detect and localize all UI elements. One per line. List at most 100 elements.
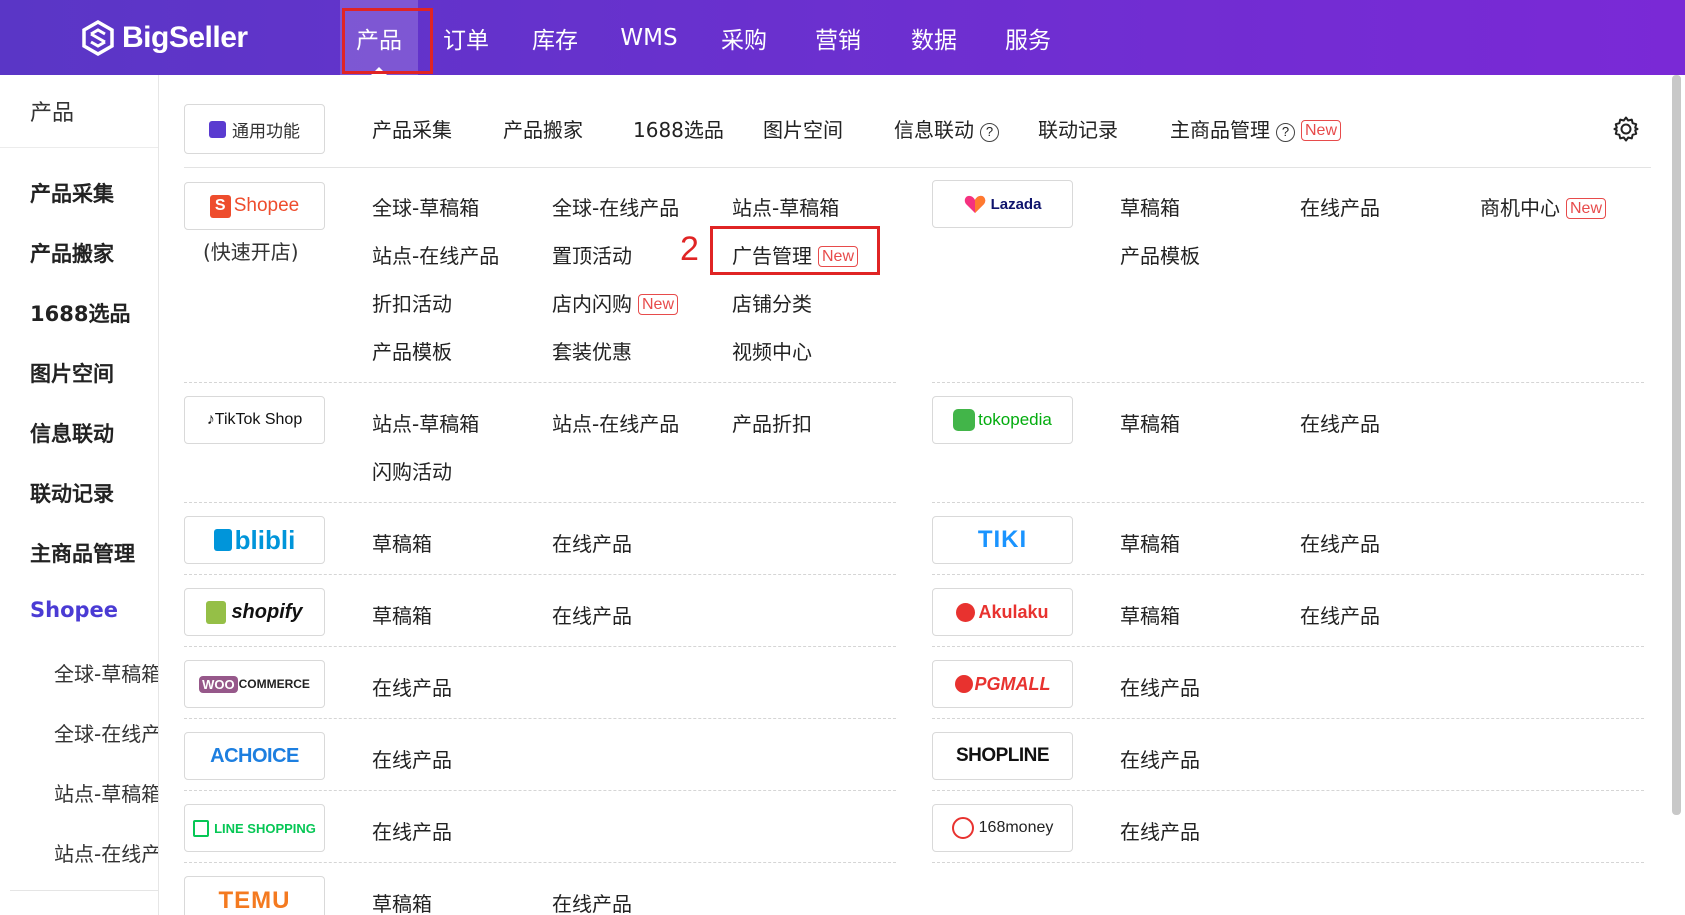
shopee-link-site-draft[interactable]: 站点-草稿箱 [732, 192, 839, 221]
pgmall-name: PGMALL [974, 673, 1051, 694]
shopee-link-top-promotion[interactable]: 置顶活动 [552, 240, 632, 269]
akulaku-link-draft[interactable]: 草稿箱 [1120, 600, 1180, 629]
gear-icon[interactable] [1612, 115, 1640, 143]
sidebar-section-shopee[interactable]: Shopee [30, 598, 118, 622]
general-link-move[interactable]: 产品搬家 [503, 114, 583, 143]
pgmall-chip[interactable]: PGMALL [932, 660, 1073, 708]
sidebar-item-collect[interactable]: 产品采集 [30, 178, 114, 208]
blibli-link-draft[interactable]: 草稿箱 [372, 528, 432, 557]
nav-item-marketing[interactable]: 营销 [790, 0, 886, 75]
achoice-link-online[interactable]: 在线产品 [372, 744, 452, 773]
page-scrollbar[interactable] [1672, 75, 1681, 815]
sidebar-item-sync-log[interactable]: 联动记录 [30, 478, 114, 508]
temu-link-draft[interactable]: 草稿箱 [372, 888, 432, 915]
tiktok-link-discount[interactable]: 产品折扣 [732, 408, 812, 437]
akulaku-chip[interactable]: Akulaku [932, 588, 1073, 636]
new-badge: New [818, 246, 859, 267]
general-link-images[interactable]: 图片空间 [763, 114, 843, 143]
akulaku-link-online[interactable]: 在线产品 [1300, 600, 1380, 629]
shopee-link-shop-category[interactable]: 店铺分类 [732, 288, 812, 317]
general-link-1688[interactable]: 1688选品 [633, 114, 724, 143]
tokopedia-link-online[interactable]: 在线产品 [1300, 408, 1380, 437]
tiktok-link-site-draft[interactable]: 站点-草稿箱 [372, 408, 479, 437]
annotation-label-2: 2 [680, 230, 699, 268]
section-divider [184, 502, 896, 503]
shopee-chip[interactable]: S Shopee [184, 182, 325, 230]
sidebar-subitem-global-online[interactable]: 全球-在线产品 [54, 718, 158, 747]
shopline-link-online[interactable]: 在线产品 [1120, 744, 1200, 773]
shopee-link-global-draft[interactable]: 全球-草稿箱 [372, 192, 479, 221]
nav-item-wms[interactable]: WMS [600, 0, 698, 75]
sidebar-item-1688[interactable]: 1688选品 [30, 298, 130, 328]
sidebar-item-move[interactable]: 产品搬家 [30, 238, 114, 268]
general-features-chip[interactable]: 通用功能 [184, 104, 325, 154]
lazada-chip[interactable]: Lazada [932, 180, 1073, 228]
shopee-link-video-center[interactable]: 视频中心 [732, 336, 812, 365]
sidebar-item-sync[interactable]: 信息联动 [30, 418, 114, 448]
money168-rocket-icon [951, 817, 974, 839]
shopee-link-template[interactable]: 产品模板 [372, 336, 452, 365]
shopee-quick-open-link[interactable]: (快速开店) [203, 236, 299, 265]
general-link-master-product[interactable]: 主商品管理? New [1170, 114, 1342, 143]
woocommerce-chip[interactable]: WOO COMMERCE [184, 660, 325, 708]
lazada-link-online[interactable]: 在线产品 [1300, 192, 1380, 221]
woocommerce-logo: WOO COMMERCE [199, 675, 310, 693]
tiki-link-draft[interactable]: 草稿箱 [1120, 528, 1180, 557]
achoice-chip[interactable]: ACHOICE [184, 732, 325, 780]
nav-item-data[interactable]: 数据 [886, 0, 982, 75]
sidebar-subitem-site-draft[interactable]: 站点-草稿箱 [54, 778, 158, 807]
achoice-logo: ACHOICE [210, 744, 299, 767]
question-circle-icon[interactable]: ? [980, 123, 999, 142]
akulaku-dot-icon [956, 602, 976, 622]
tiki-chip[interactable]: TIKI [932, 516, 1073, 564]
sidebar-subitem-global-draft[interactable]: 全球-草稿箱 [54, 658, 158, 687]
tiktok-link-flash-sale[interactable]: 闪购活动 [372, 456, 452, 485]
lazada-link-draft[interactable]: 草稿箱 [1120, 192, 1180, 221]
shopify-link-draft[interactable]: 草稿箱 [372, 600, 432, 629]
shopify-chip[interactable]: shopify [184, 588, 325, 636]
question-circle-icon[interactable]: ? [1276, 123, 1295, 142]
general-link-sync-log[interactable]: 联动记录 [1038, 114, 1118, 143]
bigseller-logo[interactable]: BigSeller [80, 16, 248, 60]
lazada-link-template[interactable]: 产品模板 [1120, 240, 1200, 269]
nav-item-purchase[interactable]: 采购 [698, 0, 790, 75]
shopee-link-discount[interactable]: 折扣活动 [372, 288, 452, 317]
sidebar-item-images[interactable]: 图片空间 [30, 358, 114, 388]
temu-chip[interactable]: TEMU [184, 876, 325, 915]
shopify-link-online[interactable]: 在线产品 [552, 600, 632, 629]
general-features-label: 通用功能 [232, 121, 300, 142]
shopee-link-site-online[interactable]: 站点-在线产品 [372, 240, 499, 269]
sidebar-item-master-product[interactable]: 主商品管理 [30, 538, 135, 568]
tiktok-link-site-online[interactable]: 站点-在线产品 [552, 408, 679, 437]
general-divider [184, 167, 1651, 168]
shopline-chip[interactable]: SHOPLINE [932, 732, 1073, 780]
nav-item-services[interactable]: 服务 [982, 0, 1074, 75]
lazada-heart-icon [964, 195, 985, 213]
general-link-sync[interactable]: 信息联动? [894, 114, 999, 143]
shopee-link-bundle-deal[interactable]: 套装优惠 [552, 336, 632, 365]
shopee-logo: S Shopee [209, 194, 299, 218]
sidebar-subitem-site-online[interactable]: 站点-在线产品 [54, 838, 158, 867]
money168-chip[interactable]: 168money [932, 804, 1073, 852]
tokopedia-link-draft[interactable]: 草稿箱 [1120, 408, 1180, 437]
pgmall-link-online[interactable]: 在线产品 [1120, 672, 1200, 701]
shopify-name: shopify [231, 600, 303, 623]
tokopedia-chip[interactable]: tokopedia [932, 396, 1073, 444]
blibli-chip[interactable]: blibli [184, 516, 325, 564]
nav-item-label: 营销 [815, 27, 861, 54]
nav-item-inventory[interactable]: 库存 [510, 0, 600, 75]
tiktok-chip[interactable]: ♪TikTok Shop [184, 396, 325, 444]
shopee-link-shop-flash-sale[interactable]: 店内闪购 New [552, 288, 679, 317]
lineshopping-chip[interactable]: LINE SHOPPING [184, 804, 325, 852]
lazada-link-opportunity-center[interactable]: 商机中心 New [1480, 192, 1607, 221]
lineshopping-link-online[interactable]: 在线产品 [372, 816, 452, 845]
shopee-link-global-online[interactable]: 全球-在线产品 [552, 192, 679, 221]
temu-link-online[interactable]: 在线产品 [552, 888, 632, 915]
nav-item-orders[interactable]: 订单 [422, 0, 510, 75]
blibli-link-online[interactable]: 在线产品 [552, 528, 632, 557]
shopee-link-ads-management[interactable]: 广告管理 New [732, 240, 859, 269]
money168-link-online[interactable]: 在线产品 [1120, 816, 1200, 845]
woocommerce-link-online[interactable]: 在线产品 [372, 672, 452, 701]
tiki-link-online[interactable]: 在线产品 [1300, 528, 1380, 557]
general-link-collect[interactable]: 产品采集 [372, 114, 452, 143]
